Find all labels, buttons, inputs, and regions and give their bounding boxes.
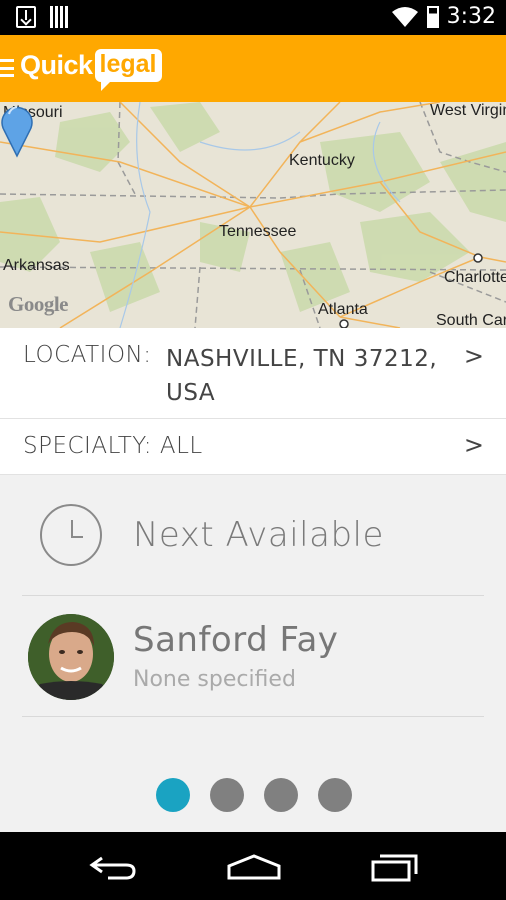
- google-attribution: Google: [8, 292, 69, 316]
- specialty-label: SPECIALTY: ALL: [23, 433, 203, 459]
- page-dot-2[interactable]: [210, 778, 244, 812]
- logo-legal-text: legal: [94, 49, 162, 91]
- battery-icon: [426, 5, 439, 28]
- status-bar: 3:32: [0, 0, 506, 35]
- download-icon: [16, 6, 36, 28]
- location-pin-icon[interactable]: [0, 102, 34, 158]
- map-label-kentucky: Kentucky: [289, 152, 355, 169]
- location-label: LOCATION:: [23, 342, 152, 368]
- map-background: [0, 102, 506, 328]
- location-value: NASHVILLE, TN 37212, USA: [166, 346, 438, 406]
- map-label-arkansas: Arkansas: [3, 257, 70, 274]
- location-row[interactable]: LOCATION: NASHVILLE, TN 37212, USA >: [0, 328, 506, 419]
- map-label-charlotte: Charlotte: [444, 269, 506, 286]
- recents-icon[interactable]: [370, 852, 420, 882]
- navigation-bar: [0, 832, 506, 900]
- map-label-west-virginia: West Virgin: [430, 102, 506, 119]
- page-dot-1[interactable]: [156, 778, 190, 812]
- next-available-item[interactable]: Next Available: [22, 475, 484, 596]
- lawyer-name: Sanford Fay: [133, 620, 339, 660]
- avatar: [28, 614, 114, 700]
- map-label-atlanta: Atlanta: [318, 301, 368, 318]
- hamburger-menu-icon[interactable]: [0, 59, 14, 77]
- logo-quick-text: Quick: [20, 50, 93, 80]
- storage-icon: [50, 6, 70, 28]
- lawyer-specialty: None specified: [133, 667, 296, 692]
- specialty-row[interactable]: SPECIALTY: ALL >: [0, 419, 506, 475]
- status-time: 3:32: [446, 4, 496, 29]
- app-logo[interactable]: Quick legal: [20, 49, 162, 91]
- page-dot-4[interactable]: [318, 778, 352, 812]
- clock-icon: [40, 504, 102, 566]
- page-indicator: [156, 778, 352, 812]
- home-icon[interactable]: [226, 852, 282, 882]
- wifi-icon: [391, 6, 418, 27]
- app-bar: Quick legal: [0, 35, 506, 102]
- lawyer-list: Next Available Sanford Fay None specifie…: [0, 475, 506, 832]
- back-icon[interactable]: [88, 852, 138, 882]
- page-dot-3[interactable]: [264, 778, 298, 812]
- map-label-tennessee: Tennessee: [219, 223, 297, 240]
- lawyer-item[interactable]: Sanford Fay None specified: [22, 596, 484, 717]
- next-available-label: Next Available: [133, 515, 384, 555]
- location-chevron-icon: >: [463, 342, 484, 370]
- location-map[interactable]: Missouri West Virgin Kentucky Tennessee …: [0, 102, 506, 328]
- map-label-south-carolina: South Car: [436, 312, 506, 328]
- specialty-chevron-icon: >: [463, 431, 484, 459]
